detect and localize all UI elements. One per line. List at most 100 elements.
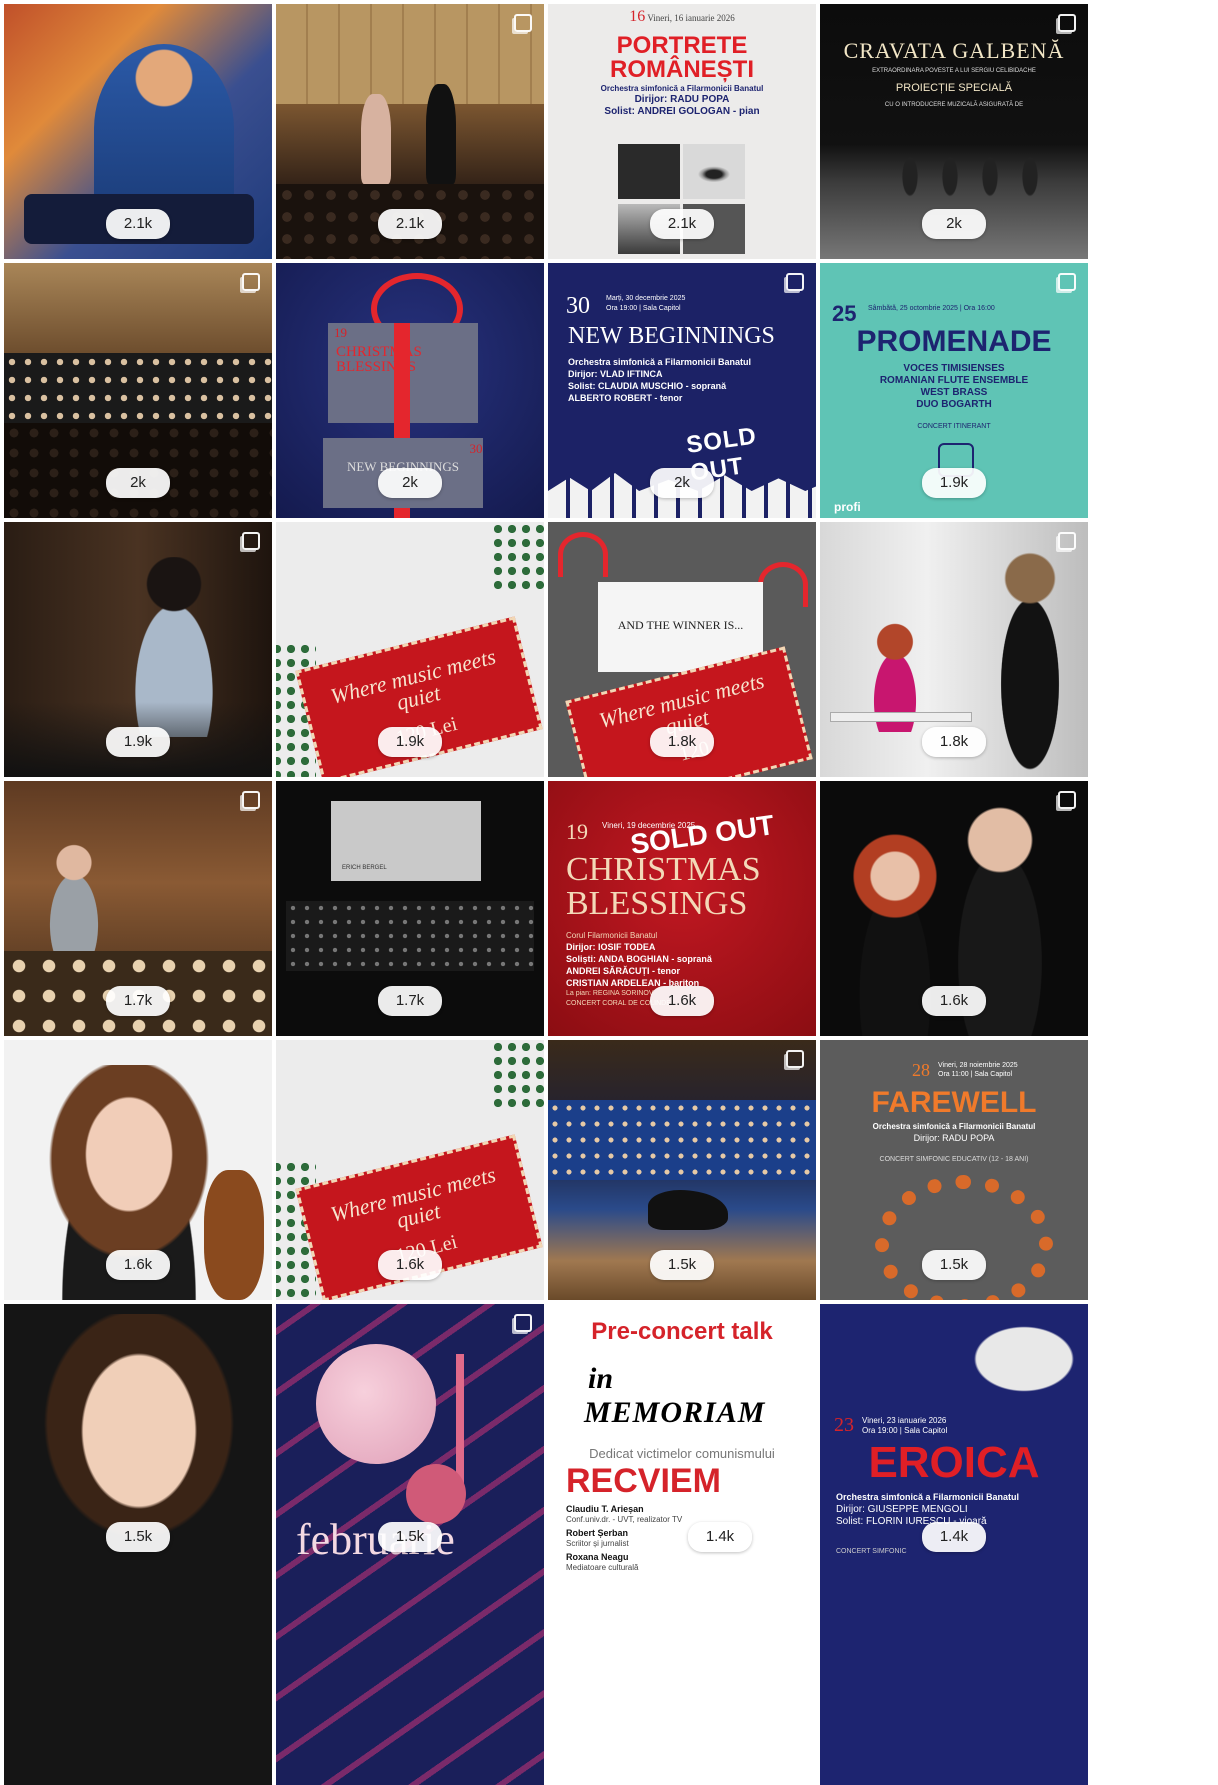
speaker-1: Claudiu T. Arieșan [566, 1504, 644, 1514]
view-count-badge: 1.4k [688, 1522, 752, 1552]
event-title: RECVIEM [566, 1462, 721, 1500]
collage-photo-1 [618, 144, 680, 199]
soloist-line-1: Soliști: ANDA BOGHIAN - soprană [566, 954, 712, 964]
event-day: 16 [629, 8, 646, 25]
orchestra-on-stage [286, 901, 534, 971]
event-time: Ora 19:00 | Sala Capitol [862, 1426, 948, 1435]
stage-wall [276, 4, 544, 104]
view-count-badge: 2.1k [106, 209, 170, 239]
candy-cane-left [558, 532, 608, 577]
event-date: Sâmbătă, 25 octombrie 2025 | Ora 16:00 [868, 305, 995, 312]
performer-4: DUO BOGARTH [916, 399, 992, 410]
event-time: Ora 19:00 | Sala Capitol [606, 305, 681, 312]
view-count-badge: 1.6k [650, 986, 714, 1016]
candy-cane-right [758, 562, 808, 607]
carousel-icon [242, 273, 260, 291]
card-text: AND THE WINNER IS... [617, 618, 744, 632]
carousel-icon [1058, 273, 1076, 291]
post-tile-7[interactable]: 30 Marți, 30 decembrie 2025 Ora 19:00 | … [548, 263, 816, 518]
post-tile-21[interactable]: 1.5k [4, 1304, 272, 1785]
view-count-badge: 2k [106, 468, 170, 498]
view-count-badge: 1.5k [922, 1250, 986, 1280]
orchestra-name: Orchestra simfonică a Filarmonicii Banat… [872, 1122, 1036, 1131]
table [830, 712, 972, 722]
post-tile-1[interactable]: 2.1k [4, 4, 272, 259]
post-tile-8[interactable]: 25 Sâmbătă, 25 octombrie 2025 | Ora 16:0… [820, 263, 1088, 518]
post-tile-19[interactable]: 1.5k [548, 1040, 816, 1300]
post-tile-3[interactable]: 16 Vineri, 16 ianuarie 2026 PORTRETE ROM… [548, 4, 816, 259]
intro-line: CU O INTRODUCERE MUZICALĂ ASIGURATĂ DE [884, 102, 1024, 108]
soloist-line-2: ALBERTO ROBERT - tenor [568, 393, 683, 403]
art-line-1: in [588, 1362, 614, 1395]
view-count-badge: 1.5k [106, 1522, 170, 1552]
post-tile-17[interactable]: 1.6k [4, 1040, 272, 1300]
speaker-2-role: Scriitor și jurnalist [566, 1539, 629, 1548]
view-count-badge: 2k [378, 468, 442, 498]
speaker-3: Roxana Neagu [566, 1552, 629, 1562]
post-tile-4[interactable]: CRAVATA GALBENĂ EXTRAORDINARA POVESTE A … [820, 4, 1088, 259]
conductor-line: Dirijor: RADU POPA [634, 94, 730, 105]
event-day: 19 [566, 819, 588, 844]
conductor-line: Dirijor: GIUSEPPE MENGOLI [836, 1504, 968, 1515]
post-tile-16[interactable]: 1.6k [820, 781, 1088, 1036]
talk-heading: Pre-concert talk [591, 1318, 773, 1345]
view-count-badge: 1.9k [378, 727, 442, 757]
post-tile-9[interactable]: 1.9k [4, 522, 272, 777]
event-title: NEW BEGINNINGS [568, 323, 775, 349]
quartet [890, 154, 1050, 199]
view-count-badge: 1.4k [922, 1522, 986, 1552]
event-title: PROMENADE [856, 325, 1052, 358]
conductor-figure [34, 841, 114, 961]
event-date: Vineri, 16 ianuarie 2026 [647, 13, 735, 23]
post-tile-14[interactable]: ERICH BERGEL 1.7k [276, 781, 544, 1036]
post-tile-5[interactable]: 2k [4, 263, 272, 518]
pine-branch-right [491, 522, 544, 592]
orchestra-name: Orchestra simfonică a Filarmonicii Banat… [600, 84, 764, 93]
view-count-badge: 1.9k [922, 468, 986, 498]
post-tile-15[interactable]: 19 Vineri, 19 decembrie 2025 SOLD OUT CH… [548, 781, 816, 1036]
carousel-icon [1058, 14, 1076, 32]
view-count-badge: 2.1k [378, 209, 442, 239]
view-count-badge: 2.1k [650, 209, 714, 239]
event-title: PORTRETE ROMÂNEȘTI [610, 32, 754, 83]
carousel-icon [242, 532, 260, 550]
cello [204, 1170, 264, 1300]
post-tile-12[interactable]: 1.8k [820, 522, 1088, 777]
event-subtitle: EXTRAORDINARA POVESTE A LUI SERGIU CELIB… [872, 68, 1036, 74]
view-count-badge: 1.8k [650, 727, 714, 757]
event-day-2: 30 [469, 441, 483, 456]
post-tile-20[interactable]: 28 Vineri, 28 noiembrie 2025 Ora 11:00 |… [820, 1040, 1088, 1300]
view-count-badge: 1.5k [378, 1522, 442, 1552]
post-tile-24[interactable]: 23 Vineri, 23 ianuarie 2026 Ora 19:00 | … [820, 1304, 1088, 1785]
choir [4, 353, 272, 423]
post-tile-11[interactable]: AND THE WINNER IS... Where music meets q… [548, 522, 816, 777]
speaker-3-role: Mediatoare culturală [566, 1563, 639, 1572]
carousel-icon [514, 1314, 532, 1332]
view-count-badge: 1.8k [922, 727, 986, 757]
event-title: CRAVATA GALBENĂ [843, 38, 1065, 63]
post-tile-13[interactable]: 1.7k [4, 781, 272, 1036]
post-tile-6[interactable]: 19 CHRISTMAS BLESSINGS NEW BEGINNINGS 30… [276, 263, 544, 518]
dedication: Dedicat victimelor comunismului [589, 1446, 775, 1461]
choir-name: Corul Filarmonicii Banatul [566, 931, 658, 940]
event-title: EROICA [868, 1438, 1040, 1487]
horse-rider-illustration [940, 1304, 1080, 1414]
art-line-2: MEMORIAM [584, 1396, 766, 1429]
view-count-badge: 2k [922, 209, 986, 239]
carousel-icon [242, 791, 260, 809]
grand-piano [648, 1190, 728, 1230]
post-tile-23[interactable]: Pre-concert talk in MEMORIAM Dedicat vic… [548, 1304, 816, 1785]
performer-2: ROMANIAN FLUTE ENSEMBLE [879, 375, 1029, 386]
speaker-1-role: Conf.univ.dr. - UVT, realizator TV [566, 1515, 683, 1524]
post-tile-22[interactable]: februarie 1.5k [276, 1304, 544, 1785]
post-tile-2[interactable]: 2.1k [276, 4, 544, 259]
carousel-icon [786, 1050, 804, 1068]
post-tile-10[interactable]: Where music meets quiet 120 Lei 1.9k [276, 522, 544, 777]
concert-type: CONCERT ITINERANT [917, 423, 991, 430]
autumn-wreath [875, 1175, 1053, 1300]
performer-3: WEST BRASS [920, 387, 988, 398]
post-tile-18[interactable]: Where music meets quiet 120 Lei 1.6k [276, 1040, 544, 1300]
event-day: 30 [566, 293, 590, 319]
conductor-line: Dirijor: VLAD IFTINCA [568, 369, 663, 379]
conductor-line: Dirijor: IOSIF TODEA [566, 942, 656, 952]
